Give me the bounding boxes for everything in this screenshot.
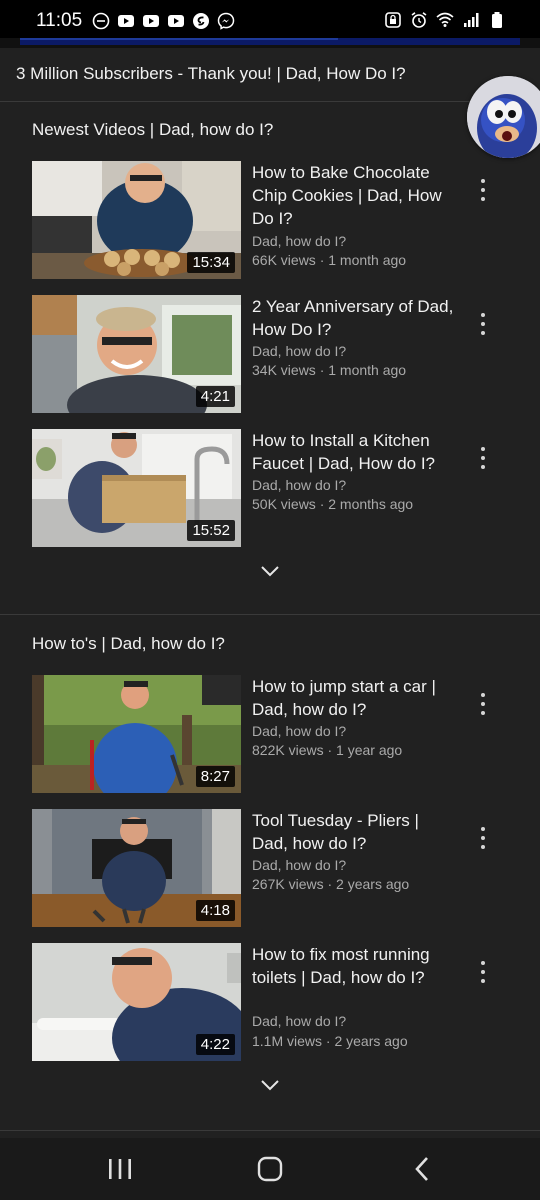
video-thumbnail[interactable]: 4:18 xyxy=(32,809,241,927)
battery-icon xyxy=(492,12,502,28)
lock-icon xyxy=(385,12,401,28)
video-thumbnail[interactable]: 15:52 xyxy=(32,429,241,547)
floating-chat-head-avatar[interactable] xyxy=(467,76,540,158)
channel-announcement[interactable]: 3 Million Subscribers - Thank you! | Dad… xyxy=(0,48,540,102)
video-title[interactable]: Tool Tuesday - Pliers | Dad, how do I? xyxy=(252,809,458,855)
video-stats: 822K views · 1 year ago xyxy=(252,742,403,758)
video-duration: 4:18 xyxy=(195,900,235,921)
video-stats: 50K views · 2 months ago xyxy=(252,496,414,512)
more-options-icon[interactable] xyxy=(472,959,494,985)
video-item[interactable]: 8:27 How to jump start a car | Dad, how … xyxy=(32,675,532,793)
video-duration: 15:52 xyxy=(187,520,235,541)
recent-apps-icon[interactable] xyxy=(100,1152,140,1186)
video-stats: 267K views · 2 years ago xyxy=(252,876,410,892)
alarm-icon xyxy=(411,12,427,28)
video-thumbnail[interactable]: 4:21 xyxy=(32,295,241,413)
avatar-image xyxy=(467,76,540,158)
video-thumbnail[interactable]: 15:34 xyxy=(32,161,241,279)
playback-progress xyxy=(20,38,338,40)
more-options-icon[interactable] xyxy=(472,177,494,203)
home-icon[interactable] xyxy=(250,1152,290,1186)
video-channel: Dad, how do I? xyxy=(252,857,347,873)
video-stats: 1.1M views · 2 years ago xyxy=(252,1033,408,1049)
video-title[interactable]: How to fix most running toilets | Dad, h… xyxy=(252,943,458,989)
video-channel: Dad, how do I? xyxy=(252,723,347,739)
expand-chevron-down-icon[interactable] xyxy=(258,1077,282,1093)
video-item[interactable]: 4:21 2 Year Anniversary of Dad, How Do I… xyxy=(32,295,532,413)
video-item[interactable]: 4:18 Tool Tuesday - Pliers | Dad, how do… xyxy=(32,809,532,927)
more-options-icon[interactable] xyxy=(472,311,494,337)
youtube-icon xyxy=(143,15,159,27)
status-bar: 11:05 xyxy=(0,0,540,40)
video-duration: 8:27 xyxy=(195,766,235,787)
shazam-icon xyxy=(193,13,209,29)
video-stats: 34K views · 1 month ago xyxy=(252,362,407,378)
notification-icons xyxy=(92,12,235,30)
video-thumbnail[interactable]: 4:22 xyxy=(32,943,241,1061)
announcement-text: 3 Million Subscribers - Thank you! | Dad… xyxy=(16,64,406,83)
messenger-icon xyxy=(217,12,235,30)
video-duration: 15:34 xyxy=(187,252,235,273)
video-item[interactable]: 15:52 How to Install a Kitchen Faucet | … xyxy=(32,429,532,547)
status-time: 11:05 xyxy=(36,10,83,31)
wifi-icon xyxy=(436,12,454,27)
section-title-how-tos[interactable]: How to's | Dad, how do I? xyxy=(32,634,225,654)
video-title[interactable]: How to jump start a car | Dad, how do I? xyxy=(252,675,458,721)
video-channel: Dad, how do I? xyxy=(252,1013,347,1029)
section-divider xyxy=(0,1130,540,1131)
section-title-newest[interactable]: Newest Videos | Dad, how do I? xyxy=(32,120,273,140)
expand-chevron-down-icon[interactable] xyxy=(258,563,282,579)
more-options-icon[interactable] xyxy=(472,691,494,717)
video-channel: Dad, how do I? xyxy=(252,343,347,359)
video-title[interactable]: How to Install a Kitchen Faucet | Dad, H… xyxy=(252,429,458,475)
section-divider xyxy=(0,614,540,615)
system-icons xyxy=(384,11,506,29)
video-channel: Dad, how do I? xyxy=(252,477,347,493)
more-options-icon[interactable] xyxy=(472,445,494,471)
video-item[interactable]: 15:34 How to Bake Chocolate Chip Cookies… xyxy=(32,161,532,279)
youtube-icon xyxy=(118,15,134,27)
video-stats: 66K views · 1 month ago xyxy=(252,252,407,268)
do-not-disturb-icon xyxy=(92,12,110,30)
video-title[interactable]: How to Bake Chocolate Chip Cookies | Dad… xyxy=(252,161,458,230)
video-duration: 4:21 xyxy=(195,386,235,407)
mini-player-strip[interactable] xyxy=(0,38,540,48)
system-navigation-bar xyxy=(0,1138,540,1200)
back-icon[interactable] xyxy=(402,1152,442,1186)
video-item[interactable]: 4:22 How to fix most running toilets | D… xyxy=(32,943,532,1061)
video-duration: 4:22 xyxy=(195,1034,235,1055)
signal-icon xyxy=(464,13,479,27)
video-thumbnail[interactable]: 8:27 xyxy=(32,675,241,793)
video-channel: Dad, how do I? xyxy=(252,233,347,249)
video-title[interactable]: 2 Year Anniversary of Dad, How Do I? xyxy=(252,295,458,341)
more-options-icon[interactable] xyxy=(472,825,494,851)
youtube-icon xyxy=(168,15,184,27)
